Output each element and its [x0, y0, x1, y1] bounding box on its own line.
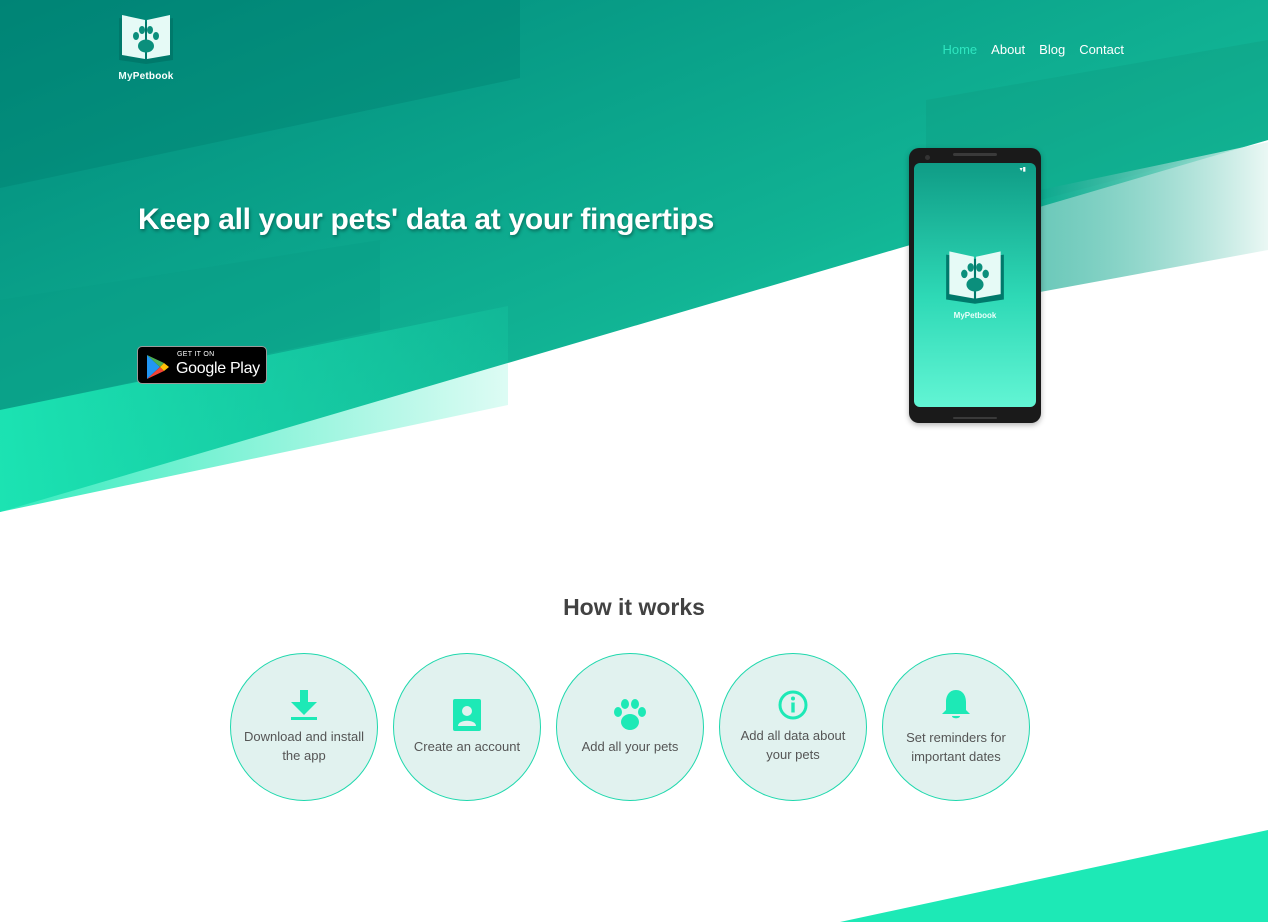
- main-nav: Home About Blog Contact: [942, 42, 1124, 57]
- step-download: Download and install the app: [230, 653, 378, 801]
- book-paw-icon: [119, 15, 173, 64]
- step-add-data: Add all data about your pets: [719, 653, 867, 801]
- step-label: Download and install the app: [244, 729, 364, 763]
- how-it-works-steps: Download and install the app Create an a…: [230, 653, 1030, 801]
- download-icon: [291, 690, 317, 720]
- nav-about[interactable]: About: [991, 42, 1025, 57]
- book-paw-icon: [946, 251, 1004, 304]
- brand-name: MyPetbook: [118, 71, 174, 82]
- store-badge-big-text: Google Play: [176, 360, 260, 377]
- phone-app-name: MyPetbook: [953, 311, 997, 320]
- brand-logo[interactable]: MyPetbook: [116, 12, 176, 82]
- step-label: Add all data about your pets: [740, 728, 846, 762]
- step-set-reminders: Set reminders for important dates: [882, 653, 1030, 801]
- step-create-account: Create an account: [393, 653, 541, 801]
- phone-app-logo: MyPetbook: [944, 248, 1006, 320]
- phone-screen: ▾▮ MyPetbook: [914, 163, 1036, 407]
- hero-headline: Keep all your pets' data at your fingert…: [138, 203, 715, 236]
- google-play-button[interactable]: GET IT ON Google Play: [137, 346, 267, 384]
- how-it-works-title: How it works: [563, 594, 705, 620]
- paw-icon: [614, 698, 646, 730]
- phone-camera: [925, 155, 930, 160]
- phone-bottom-bar: [953, 417, 997, 419]
- step-label: Add all your pets: [581, 738, 679, 754]
- account-icon: [453, 698, 481, 731]
- phone-status-icons: ▾▮: [1019, 167, 1026, 173]
- store-badge-small-text: GET IT ON: [177, 351, 215, 358]
- google-play-icon: [147, 355, 169, 379]
- bell-icon: [942, 690, 970, 719]
- info-icon: [778, 690, 808, 720]
- phone-speaker: [953, 153, 997, 156]
- nav-blog[interactable]: Blog: [1039, 42, 1065, 57]
- step-label: Set reminders for important dates: [906, 730, 1006, 764]
- nav-home[interactable]: Home: [942, 42, 977, 57]
- nav-contact[interactable]: Contact: [1079, 42, 1124, 57]
- step-label: Create an account: [413, 738, 521, 754]
- phone-mockup: ▾▮ MyPetbook: [909, 148, 1041, 423]
- step-add-pets: Add all your pets: [556, 653, 704, 801]
